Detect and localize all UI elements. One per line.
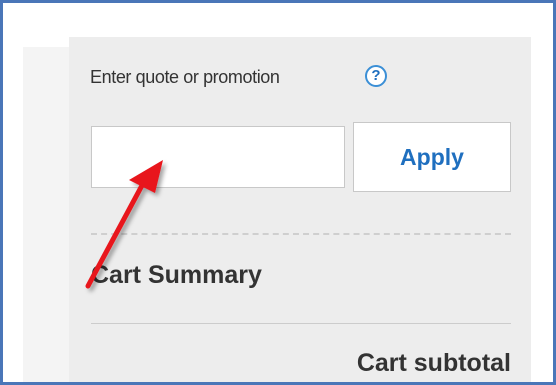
apply-button[interactable]: Apply <box>353 122 511 192</box>
promo-label: Enter quote or promotion <box>90 67 280 87</box>
help-question-icon[interactable]: ? <box>365 65 387 87</box>
screenshot-frame: Enter quote or promotion ? Apply Cart Su… <box>0 0 556 385</box>
summary-divider <box>91 323 511 324</box>
promotion-panel: Enter quote or promotion ? Apply Cart Su… <box>69 37 531 382</box>
cart-subtotal-label: Cart subtotal <box>356 349 511 377</box>
dashed-divider <box>91 233 511 235</box>
cart-summary-heading: Cart Summary <box>91 261 262 289</box>
left-gutter <box>23 47 71 382</box>
promo-code-input[interactable] <box>91 126 345 188</box>
